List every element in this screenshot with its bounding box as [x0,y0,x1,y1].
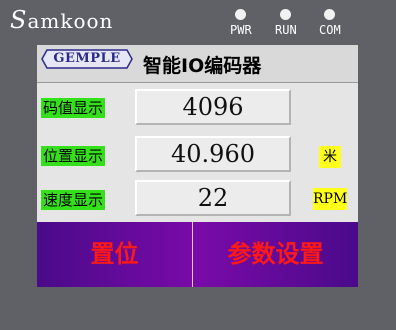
reset-button[interactable]: 置位 [37,222,192,287]
button-bar: 置位 参数设置 [37,222,358,287]
gemple-logo: GEMPLE [41,49,133,69]
brand-logo: Samkoon [10,6,113,34]
pwr-led-icon [235,9,247,20]
pwr-label: PWR [230,23,252,37]
position-display: 40.960 [135,136,291,172]
run-indicator: RUN [275,9,297,37]
pwr-indicator: PWR [230,9,252,37]
run-led-icon [280,9,292,20]
run-label: RUN [275,23,297,37]
com-label: COM [319,23,341,37]
brand-name: amkoon [27,9,114,33]
position-label: 位置显示 [41,146,106,166]
speed-display: 22 [135,180,291,216]
code-value-label: 码值显示 [41,98,106,118]
code-value-display: 4096 [135,89,291,125]
com-indicator: COM [319,9,341,37]
screen-header: GEMPLE 智能IO编码器 [37,45,358,83]
brand-initial: S [10,6,28,34]
com-led-icon [324,9,336,20]
speed-unit: RPM [313,188,347,210]
logo-text: GEMPLE [53,51,121,66]
hmi-screen: GEMPLE 智能IO编码器 码值显示 4096 位置显示 40.960 米 速… [37,45,358,287]
position-unit: 米 [319,146,341,168]
speed-label: 速度显示 [41,190,106,210]
parameter-settings-button[interactable]: 参数设置 [193,222,358,287]
page-title: 智能IO编码器 [143,55,262,77]
